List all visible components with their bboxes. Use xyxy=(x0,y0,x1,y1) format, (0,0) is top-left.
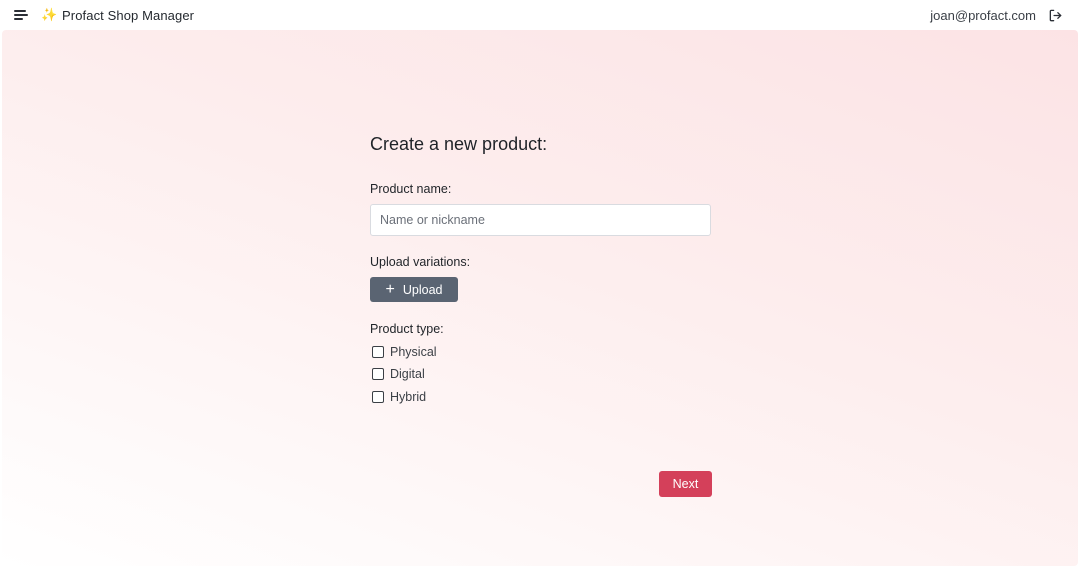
checkbox-hybrid[interactable]: Hybrid xyxy=(372,390,426,404)
checkbox-box[interactable] xyxy=(372,368,384,380)
product-name-label: Product name: xyxy=(370,182,452,196)
user-email: joan@profact.com xyxy=(930,8,1036,23)
checkbox-physical[interactable]: Physical xyxy=(372,345,437,359)
upload-button-label: Upload xyxy=(402,282,443,297)
checkbox-label: Physical xyxy=(390,345,437,359)
checkbox-box[interactable] xyxy=(372,346,384,358)
top-bar: ✨ Profact Shop Manager joan@profact.com xyxy=(0,0,1080,30)
main-content: Create a new product: Product name: Uplo… xyxy=(2,30,1078,566)
logout-icon[interactable] xyxy=(1048,8,1063,23)
page-title: Create a new product: xyxy=(370,134,548,154)
checkbox-label: Digital xyxy=(390,367,425,381)
checkbox-box[interactable] xyxy=(372,391,384,403)
hamburger-menu-icon[interactable] xyxy=(14,8,30,22)
plus-icon: + xyxy=(385,280,395,298)
product-type-label: Product type: xyxy=(370,322,444,336)
next-button[interactable]: Next xyxy=(659,471,712,497)
upload-variations-label: Upload variations: xyxy=(370,255,471,269)
upload-button[interactable]: + Upload xyxy=(370,277,458,302)
sparkle-icon: ✨ xyxy=(41,7,58,22)
checkbox-label: Hybrid xyxy=(390,390,427,404)
app-title: Profact Shop Manager xyxy=(62,8,195,23)
checkbox-digital[interactable]: Digital xyxy=(372,367,425,381)
product-name-input[interactable] xyxy=(370,204,711,236)
